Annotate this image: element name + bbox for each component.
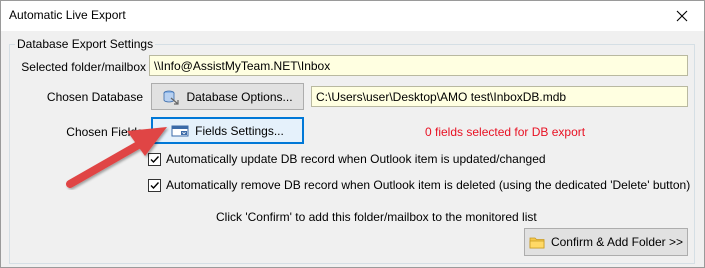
chosen-fields-label: Chosen Fields [66, 125, 143, 139]
chosen-database-label: Chosen Database [46, 90, 143, 104]
confirm-add-folder-button[interactable]: Confirm & Add Folder >> [524, 228, 688, 256]
selected-folder-label: Selected folder/mailbox [21, 60, 146, 74]
auto-update-checkbox[interactable] [148, 152, 161, 166]
database-icon [164, 90, 180, 105]
confirm-info-text: Click 'Confirm' to add this folder/mailb… [216, 210, 537, 224]
folder-icon [529, 237, 545, 248]
group-label: Database Export Settings [15, 37, 156, 51]
chosen-database-field[interactable]: C:\Users\user\Desktop\AMO test\InboxDB.m… [311, 86, 688, 107]
database-options-label: Database Options... [186, 89, 293, 104]
fields-status-text: 0 fields selected for DB export [425, 125, 586, 139]
auto-update-checkbox-row[interactable]: Automatically update DB record when Outl… [148, 152, 546, 166]
close-icon [676, 10, 688, 22]
fields-settings-button[interactable]: Fields Settings... [151, 117, 304, 144]
database-options-button[interactable]: Database Options... [151, 83, 304, 110]
auto-remove-checkbox[interactable] [148, 178, 161, 192]
fields-settings-label: Fields Settings... [195, 123, 284, 138]
fields-settings-icon [171, 125, 189, 136]
confirm-add-folder-label: Confirm & Add Folder >> [550, 235, 684, 249]
checkmark-icon [150, 155, 160, 163]
checkmark-icon [150, 181, 160, 189]
close-button[interactable] [660, 1, 704, 31]
window-title: Automatic Live Export [9, 8, 126, 22]
auto-remove-checkbox-row[interactable]: Automatically remove DB record when Outl… [148, 178, 690, 192]
auto-update-label: Automatically update DB record when Outl… [166, 152, 546, 166]
selected-folder-field[interactable]: \\Info@AssistMyTeam.NET\Inbox [149, 55, 688, 76]
title-bar: Automatic Live Export [1, 1, 704, 31]
auto-remove-label: Automatically remove DB record when Outl… [166, 178, 691, 192]
